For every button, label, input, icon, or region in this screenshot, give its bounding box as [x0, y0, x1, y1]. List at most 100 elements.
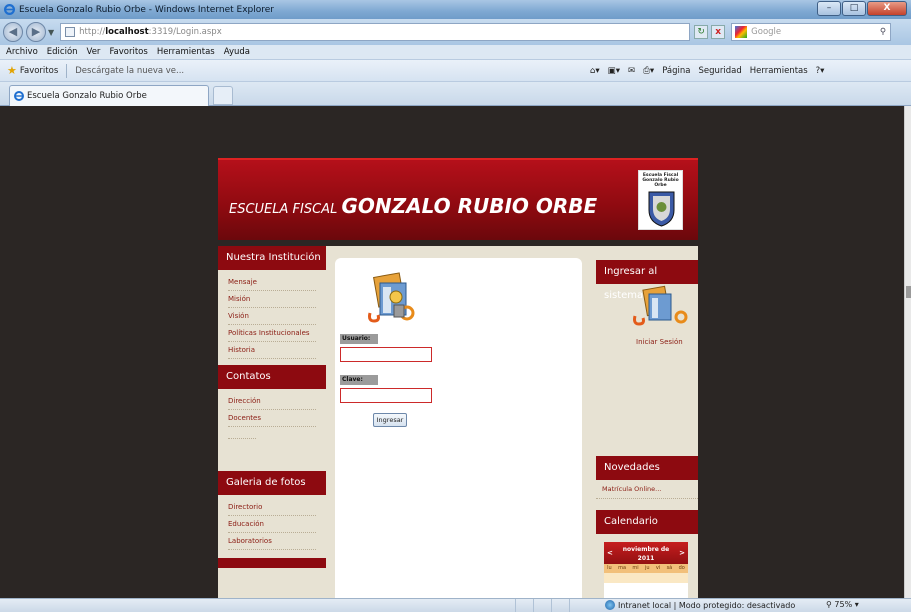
institucion-links: Mensaje Misión Visión Políticas Instituc…	[218, 270, 326, 365]
weekday: ju	[644, 565, 650, 571]
next-month-icon[interactable]: >	[679, 549, 685, 558]
link-historia[interactable]: Historia	[228, 342, 316, 359]
prev-month-icon[interactable]: <	[607, 549, 613, 558]
page-menu[interactable]: Página	[662, 66, 690, 76]
calendar-grid[interactable]	[604, 573, 688, 583]
minimize-button[interactable]: –	[817, 1, 841, 16]
site-header: ESCUELA FISCAL GONZALO RUBIO ORBE Escuel…	[218, 158, 698, 240]
security-menu[interactable]: Seguridad	[699, 66, 742, 76]
tab-escuela[interactable]: Escuela Gonzalo Rubio Orbe	[9, 85, 209, 106]
clave-input[interactable]	[340, 388, 432, 403]
forward-button[interactable]: ▶	[26, 22, 46, 42]
calendar-weekdays: lu ma mi ju vi sá do	[604, 564, 688, 573]
page-viewport: ESCUELA FISCAL GONZALO RUBIO ORBE Escuel…	[0, 106, 904, 598]
calendario-heading: Calendario	[596, 510, 698, 534]
window-title: Escuela Gonzalo Rubio Orbe - Windows Int…	[19, 4, 274, 15]
favorites-button[interactable]: Favoritos	[20, 66, 58, 76]
tab-bar: Escuela Gonzalo Rubio Orbe	[0, 82, 911, 106]
weekday: vi	[655, 565, 661, 571]
tools-menu[interactable]: Herramientas	[750, 66, 808, 76]
calendario-section: Calendario	[596, 510, 698, 534]
menu-ver[interactable]: Ver	[87, 47, 101, 57]
vertical-scrollbar[interactable]	[904, 106, 911, 598]
menu-favoritos[interactable]: Favoritos	[109, 47, 147, 57]
link-empty	[228, 427, 256, 439]
maximize-button[interactable]: □	[842, 1, 866, 16]
suggested-site-link[interactable]: Descárgate la nueva ve...	[75, 66, 184, 76]
tab-title: Escuela Gonzalo Rubio Orbe	[27, 91, 147, 101]
scrollbar-thumb[interactable]	[906, 286, 911, 298]
zoom-level: 75%	[834, 600, 853, 609]
status-cell	[515, 599, 533, 612]
clave-label: Clave:	[340, 375, 378, 385]
menu-edicion[interactable]: Edición	[47, 47, 78, 57]
back-button[interactable]: ◀	[3, 22, 23, 42]
calendar-widget: < noviembre de 2011 > lu ma mi ju vi sá …	[604, 542, 688, 598]
link-politicas[interactable]: Políticas Institucionales	[228, 325, 316, 342]
menu-bar: Archivo Edición Ver Favoritos Herramient…	[0, 45, 911, 60]
status-bar: Intranet local | Modo protegido: desacti…	[0, 598, 911, 612]
command-bar: ⌂▾ ▣▾ ✉ ⎙▾ Página Seguridad Herramientas…	[590, 66, 824, 76]
help-icon[interactable]: ?▾	[816, 66, 825, 76]
left-sidebar: Nuestra Institución Mensaje Misión Visió…	[218, 246, 326, 568]
favorites-star-icon[interactable]: ★	[7, 64, 17, 77]
divider	[66, 63, 68, 78]
favorites-bar: ★ Favoritos Descárgate la nueva ve... ⌂▾…	[0, 60, 911, 82]
menu-ayuda[interactable]: Ayuda	[224, 47, 250, 57]
link-directorio[interactable]: Directorio	[228, 499, 316, 516]
ingresar-button[interactable]: Ingresar	[373, 413, 407, 427]
weekday: mi	[632, 565, 639, 571]
calendar-year: 2011	[637, 555, 655, 562]
status-cell	[533, 599, 551, 612]
school-title: ESCUELA FISCAL GONZALO RUBIO ORBE	[229, 194, 597, 218]
menu-herramientas[interactable]: Herramientas	[157, 47, 215, 57]
contactos-links: Dirección Docentes	[218, 389, 326, 467]
security-zone[interactable]: Intranet local | Modo protegido: desacti…	[605, 600, 795, 610]
novedades-section: Novedades Matrícula Online...	[596, 456, 698, 499]
ie-logo-icon	[14, 91, 24, 101]
search-box[interactable]: Google ⚲	[731, 23, 892, 41]
home-icon[interactable]: ⌂▾	[590, 66, 600, 76]
url-tools: ↻ x	[694, 25, 726, 39]
mail-icon[interactable]: ✉	[628, 66, 635, 76]
status-cells	[515, 599, 587, 612]
print-icon[interactable]: ⎙▾	[643, 66, 654, 76]
weekday: ma	[618, 565, 627, 571]
new-tab-button[interactable]	[213, 86, 233, 105]
link-mensaje[interactable]: Mensaje	[228, 274, 316, 291]
history-dropdown-icon[interactable]: ▼	[48, 28, 54, 37]
address-bar[interactable]: http://localhost:3319/Login.aspx	[60, 23, 691, 41]
next-section-heading	[218, 558, 326, 568]
status-cell	[569, 599, 587, 612]
url-path: :3319/Login.aspx	[148, 27, 222, 37]
refresh-icon[interactable]: ↻	[694, 25, 709, 39]
url-host: localhost	[105, 27, 149, 37]
link-mision[interactable]: Misión	[228, 291, 316, 308]
close-button[interactable]: X	[867, 1, 907, 16]
calendar-month: noviembre de	[622, 546, 670, 553]
feeds-icon[interactable]: ▣▾	[608, 66, 620, 76]
login-system-icon[interactable]	[631, 284, 691, 328]
zone-text: Intranet local | Modo protegido: desacti…	[618, 600, 796, 610]
matricula-link[interactable]: Matrícula Online...	[596, 480, 698, 499]
link-educacion[interactable]: Educación	[228, 516, 316, 533]
search-placeholder: Google	[751, 27, 782, 37]
link-docentes[interactable]: Docentes	[228, 410, 316, 427]
stop-icon[interactable]: x	[711, 25, 726, 39]
iniciar-sesion-link[interactable]: Iniciar Sesión	[636, 338, 683, 346]
weekday: sá	[666, 565, 673, 571]
usuario-input[interactable]	[340, 347, 432, 362]
content-area: Nuestra Institución Mensaje Misión Visió…	[218, 246, 698, 598]
url-prefix: http://	[79, 27, 106, 37]
shield-icon	[648, 191, 675, 227]
zoom-control[interactable]: ⚲ 75% ▾	[826, 600, 859, 609]
link-direccion[interactable]: Dirección	[228, 393, 316, 410]
link-vision[interactable]: Visión	[228, 308, 316, 325]
usuario-label: Usuario:	[340, 334, 378, 344]
link-laboratorios[interactable]: Laboratorios	[228, 533, 316, 550]
menu-archivo[interactable]: Archivo	[6, 47, 38, 57]
school-name: GONZALO RUBIO ORBE	[341, 194, 598, 218]
search-icon[interactable]: ⚲	[880, 27, 886, 37]
weekday: do	[678, 565, 685, 571]
login-panel: Usuario: Clave: Ingresar	[335, 258, 582, 598]
